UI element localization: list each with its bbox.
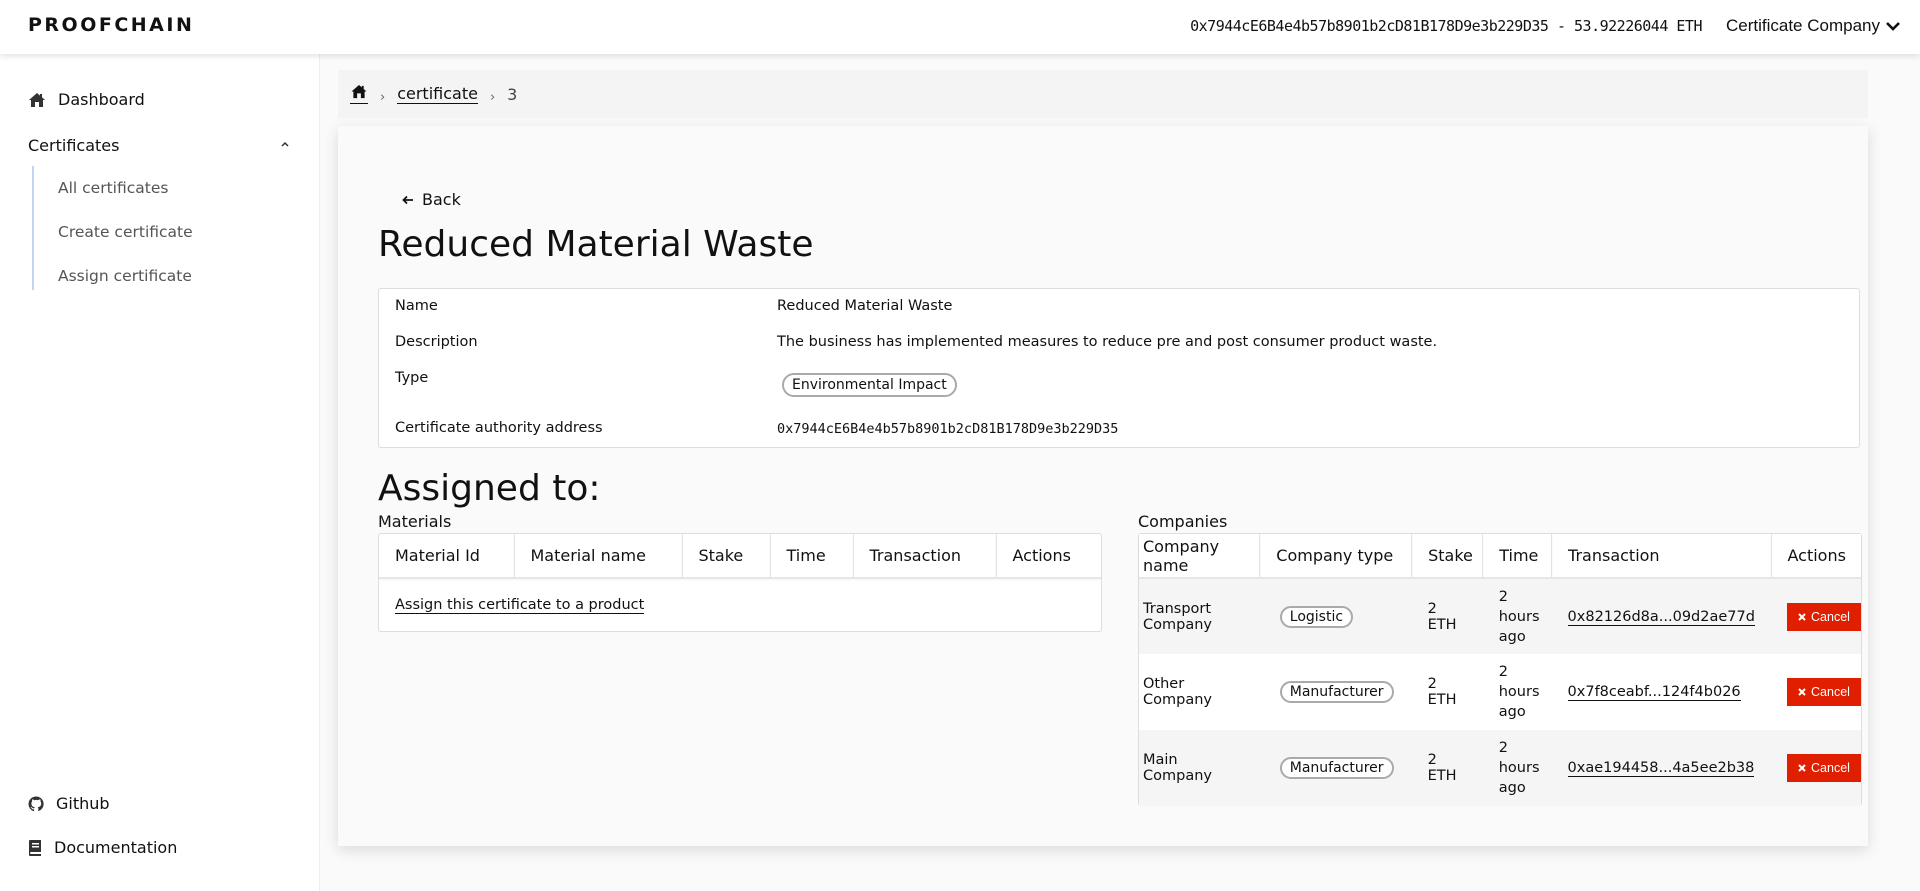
description-value: The business has implemented measures to… (777, 334, 1438, 350)
sidebar-item-dashboard[interactable]: Dashboard (28, 90, 145, 109)
certificate-detail-card: Back Reduced Material Waste Name Reduced… (338, 126, 1868, 846)
column-header-material-id[interactable]: Material Id (379, 534, 515, 579)
cancel-button[interactable]: Cancel (1787, 602, 1861, 631)
back-button[interactable]: Back (402, 190, 461, 209)
breadcrumb-separator: › (489, 89, 496, 105)
company-time: 2 hours ago (1498, 588, 1540, 645)
type-badge: Environmental Impact (782, 373, 957, 397)
company-name: Transport Company (1143, 600, 1212, 633)
column-header-company-name[interactable]: Company name (1139, 534, 1261, 579)
column-header-stake[interactable]: Stake (682, 534, 771, 579)
sidebar: Dashboard Certificates All certificates … (0, 54, 320, 891)
column-header-transaction[interactable]: Transaction (1551, 534, 1772, 579)
column-header-transaction[interactable]: Transaction (853, 534, 997, 579)
page-title: Reduced Material Waste (378, 224, 814, 265)
cancel-button[interactable]: Cancel (1787, 754, 1861, 782)
companies-label: Companies (1138, 512, 1228, 531)
account-name: Certificate Company (1725, 16, 1880, 35)
company-row: Transport Company Logistic 2 ETH 2 hours… (1139, 578, 1861, 654)
cancel-label: Cancel (1811, 761, 1850, 775)
back-label: Back (422, 190, 461, 209)
sidebar-item-github[interactable]: Github (28, 794, 110, 813)
sidebar-item-label: Documentation (54, 838, 178, 857)
sidebar-group-certificates[interactable]: Certificates (28, 136, 290, 155)
company-stake: 2 ETH (1427, 600, 1457, 633)
company-row: Main Company Manufacturer 2 ETH 2 hours … (1139, 730, 1861, 806)
sidebar-item-all-certificates[interactable]: All certificates (34, 166, 193, 210)
assigned-heading: Assigned to: (378, 468, 601, 509)
account-dropdown[interactable]: Certificate Company (1726, 16, 1900, 36)
company-stake: 2 ETH (1427, 676, 1457, 708)
sidebar-group-label: Certificates (28, 136, 120, 155)
sidebar-item-create-certificate[interactable]: Create certificate (34, 210, 193, 254)
certificate-details: Name Reduced Material Waste Description … (378, 288, 1860, 448)
materials-label: Materials (378, 512, 452, 531)
name-label: Name (395, 298, 438, 314)
certificates-submenu: All certificates Create certificate Assi… (32, 166, 193, 290)
column-header-time[interactable]: Time (770, 534, 854, 579)
breadcrumb-separator: › (380, 89, 386, 105)
close-icon (1798, 612, 1806, 621)
breadcrumb-current: 3 (507, 84, 518, 104)
breadcrumb: › certificate › 3 (338, 70, 1868, 118)
transaction-link[interactable]: 0xae194458...4a5ee2b38 (1567, 760, 1755, 777)
chevron-down-icon (1886, 22, 1900, 31)
authority-label: Certificate authority address (395, 420, 603, 436)
company-type-badge: Manufacturer (1279, 681, 1394, 703)
book-icon (29, 839, 41, 856)
company-name: Main Company (1143, 752, 1212, 784)
column-header-time[interactable]: Time (1482, 534, 1553, 579)
cancel-button[interactable]: Cancel (1787, 678, 1861, 706)
home-icon (29, 92, 45, 107)
cancel-label: Cancel (1811, 685, 1850, 699)
logo[interactable]: PROOFCHAIN (28, 14, 194, 36)
company-time: 2 hours ago (1498, 740, 1540, 796)
arrow-left-icon (402, 195, 413, 204)
authority-address: 0x7944cE6B4e4b57b8901b2cD81B178D9e3b229D… (777, 421, 1119, 437)
company-time: 2 hours ago (1498, 664, 1540, 720)
transaction-link[interactable]: 0x82126d8a...09d2ae77d (1567, 608, 1755, 626)
chevron-up-icon (281, 141, 289, 147)
company-stake: 2 ETH (1427, 752, 1457, 784)
github-icon (28, 795, 44, 811)
company-row: Other Company Manufacturer 2 ETH 2 hours… (1139, 654, 1861, 730)
sidebar-item-documentation[interactable]: Documentation (28, 838, 177, 857)
company-type-badge: Manufacturer (1279, 757, 1394, 779)
column-header-material-name[interactable]: Material name (514, 534, 683, 579)
column-header-actions[interactable]: Actions (996, 534, 1101, 579)
column-header-actions[interactable]: Actions (1771, 534, 1861, 579)
close-icon (1798, 688, 1806, 696)
materials-table: Material Id Material name Stake Time Tra… (378, 533, 1102, 632)
sidebar-item-label: Dashboard (58, 90, 145, 109)
transaction-link[interactable]: 0x7f8ceabf...124f4b026 (1567, 684, 1741, 701)
company-name: Other Company (1143, 676, 1212, 708)
companies-table: Company name Company type Stake Time Tra… (1138, 533, 1862, 806)
close-icon (1798, 764, 1806, 772)
name-value: Reduced Material Waste (777, 298, 953, 314)
wallet-address-balance: 0x7944cE6B4e4b57b8901b2cD81B178D9e3b229D… (1190, 17, 1702, 35)
description-label: Description (395, 334, 478, 350)
assign-to-product-link[interactable]: Assign this certificate to a product (395, 596, 645, 614)
breadcrumb-certificate[interactable]: certificate (397, 84, 478, 104)
empty-row: Assign this certificate to a product (379, 578, 1101, 630)
type-label: Type (395, 370, 429, 386)
column-header-company-type[interactable]: Company type (1259, 534, 1413, 579)
cancel-label: Cancel (1811, 609, 1850, 624)
home-icon (351, 84, 367, 99)
column-header-stake[interactable]: Stake (1411, 534, 1484, 579)
sidebar-item-assign-certificate[interactable]: Assign certificate (34, 254, 193, 298)
breadcrumb-home[interactable] (350, 84, 368, 104)
sidebar-item-label: Github (56, 794, 110, 813)
top-header: PROOFCHAIN 0x7944cE6B4e4b57b8901b2cD81B1… (0, 0, 1920, 54)
company-type-badge: Logistic (1279, 605, 1354, 628)
